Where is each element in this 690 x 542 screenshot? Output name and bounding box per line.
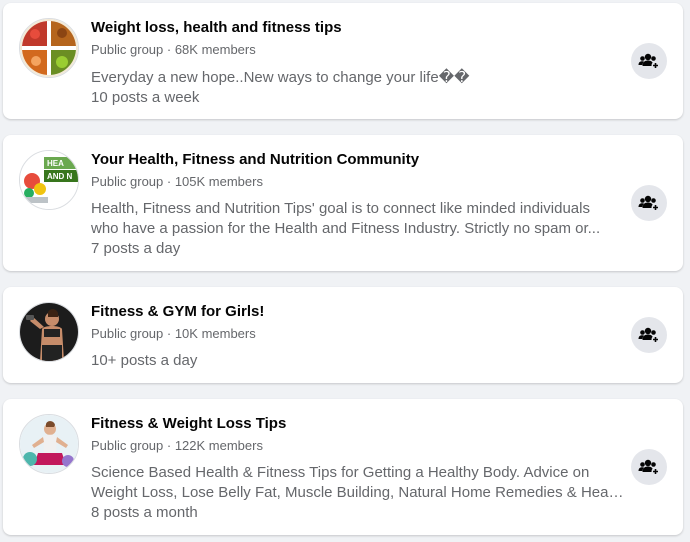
post-frequency: 10 posts a week [91,89,200,106]
group-avatar[interactable] [19,414,79,474]
join-group-button[interactable] [631,185,667,221]
join-group-button[interactable] [631,317,667,353]
description-line: Science Based Health & Fitness Tips for … [91,464,590,481]
join-group-button[interactable] [631,449,667,485]
yoga-woman-avatar-icon [20,415,78,473]
group-card[interactable]: Weight loss, health and fitness tips Pub… [3,3,683,119]
gym-woman-avatar-icon [20,303,78,361]
description-line: Health, Fitness and Nutrition Tips' goal… [91,200,590,217]
svg-text:HEA: HEA [47,159,64,168]
group-description: Science Based Health & Fitness Tips for … [91,463,626,503]
group-card[interactable]: Fitness & Weight Loss Tips Public group … [3,399,683,535]
group-description: Everyday a new hope..New ways to change … [91,68,626,88]
health-nutrition-avatar-icon: HEA AND N [20,151,78,209]
post-frequency: 8 posts a month [91,504,198,521]
description-line: who have a passion for the Health and Fi… [91,220,601,237]
description-line: Everyday a new hope..New ways to change … [91,69,470,86]
group-name[interactable]: Fitness & Weight Loss Tips [91,415,286,432]
svg-text:AND N: AND N [47,172,73,181]
group-avatar[interactable] [19,302,79,362]
group-name[interactable]: Weight loss, health and fitness tips [91,19,342,36]
group-name[interactable]: Your Health, Fitness and Nutrition Commu… [91,151,419,168]
group-avatar[interactable]: HEA AND N [19,150,79,210]
post-frequency: 10+ posts a day [91,352,198,369]
join-group-button[interactable] [631,43,667,79]
group-meta: Public group · 10K members [91,326,256,341]
group-card[interactable]: HEA AND N Your Health, Fitness and Nutri… [3,135,683,271]
group-avatar[interactable] [19,18,79,78]
group-description: Health, Fitness and Nutrition Tips' goal… [91,199,626,239]
group-name[interactable]: Fitness & GYM for Girls! [91,303,264,320]
post-frequency: 7 posts a day [91,240,181,257]
description-line: Weight Loss, Lose Belly Fat, Muscle Buil… [91,484,626,501]
group-card[interactable]: Fitness & GYM for Girls! Public group · … [3,287,683,383]
group-join-icon [638,459,660,476]
group-meta: Public group · 68K members [91,42,256,57]
group-join-icon [638,327,660,344]
group-join-icon [638,195,660,212]
food-plate-avatar-icon [20,19,78,77]
group-meta: Public group · 105K members [91,174,263,189]
group-meta: Public group · 122K members [91,438,263,453]
group-join-icon [638,53,660,70]
